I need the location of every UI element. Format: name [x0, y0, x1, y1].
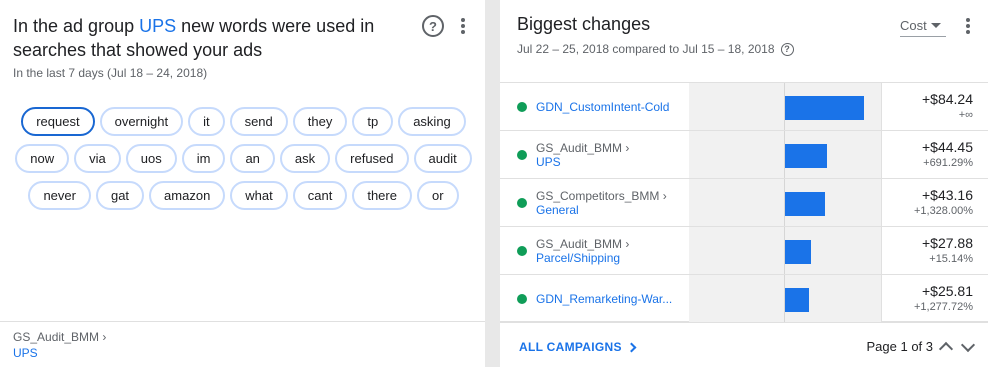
word-chip[interactable]: via: [74, 144, 121, 173]
help-icon[interactable]: ?: [422, 15, 444, 37]
word-chips: request overnight it send they tp asking now via…: [15, 107, 472, 218]
word-chip[interactable]: im: [181, 144, 226, 173]
status-dot-icon: [517, 198, 527, 208]
word-chip[interactable]: gat: [95, 181, 145, 210]
change-bar: [785, 192, 825, 216]
dashboard: In the ad group UPS new words were used …: [0, 0, 988, 367]
dropdown-arrow-icon: [930, 23, 941, 28]
campaign-link[interactable]: GDN_Remarketing-War...: [536, 292, 686, 306]
dropdown-underline: [900, 36, 946, 37]
change-bar: [785, 96, 864, 120]
breadcrumb-ad-group-link[interactable]: UPS: [13, 346, 38, 360]
campaign-link[interactable]: General: [536, 203, 686, 217]
campaign-row[interactable]: GS_Competitors_BMM › General +$43.16 +1,328…: [500, 178, 988, 226]
change-value: +$27.88: [922, 235, 973, 251]
date-range: Jul 22 – 25, 2018 compared to Jul 15 – 1…: [517, 42, 775, 56]
word-chip[interactable]: what: [230, 181, 288, 210]
status-dot-icon: [517, 294, 527, 304]
campaign-link[interactable]: Parcel/Shipping: [536, 251, 686, 265]
campaign-row[interactable]: GS_Audit_BMM › UPS +$44.45 +691.29%: [500, 130, 988, 178]
word-chip[interactable]: amazon: [149, 181, 226, 210]
column-divider: [881, 131, 882, 178]
campaign-parent: GS_Competitors_BMM ›: [536, 189, 667, 203]
column-divider: [881, 83, 882, 130]
metric-label: Cost: [900, 18, 927, 33]
column-divider: [881, 179, 882, 226]
word-chip[interactable]: request: [21, 107, 95, 136]
campaign-parent: GS_Audit_BMM ›: [536, 141, 630, 155]
campaign-link[interactable]: UPS: [536, 155, 686, 169]
column-divider: [881, 227, 882, 274]
chip-row: now via uos im an ask refused audit: [15, 144, 472, 173]
change-percent: +1,328.00%: [913, 205, 973, 217]
campaign-parent: GS_Audit_BMM ›: [536, 237, 630, 251]
word-chip[interactable]: refused: [335, 144, 409, 173]
change-bar: [785, 240, 811, 264]
pagination-label: Page 1 of 3: [866, 339, 934, 354]
campaign-name-cell: GS_Audit_BMM › UPS: [536, 131, 686, 179]
word-chip[interactable]: asking: [398, 107, 466, 136]
change-percent: +15.14%: [929, 253, 973, 265]
campaign-name-cell: GDN_CustomIntent-Cold: [536, 83, 686, 131]
word-chip[interactable]: send: [229, 107, 288, 136]
chevron-right-icon: [626, 342, 637, 352]
help-icon[interactable]: ?: [780, 42, 794, 56]
word-chip[interactable]: cant: [292, 181, 348, 210]
word-chip[interactable]: an: [230, 144, 275, 173]
status-dot-icon: [517, 246, 527, 256]
breadcrumb-parent: GS_Audit_BMM ›: [13, 330, 107, 344]
campaign-name-cell: GDN_Remarketing-War...: [536, 275, 686, 323]
change-bar: [785, 144, 827, 168]
change-bar: [785, 288, 809, 312]
ad-group-link[interactable]: UPS: [139, 16, 176, 36]
change-percent: +691.29%: [923, 157, 973, 169]
card-subtitle: Jul 22 – 25, 2018 compared to Jul 15 – 1…: [517, 42, 794, 56]
changes-table: GDN_CustomIntent-Cold +$84.24 +∞ GS_Audit_B…: [500, 82, 988, 322]
status-dot-icon: [517, 150, 527, 160]
more-options-icon[interactable]: [963, 16, 973, 36]
word-chip[interactable]: now: [15, 144, 70, 173]
campaign-row[interactable]: GS_Audit_BMM › Parcel/Shipping +$27.88 +15.…: [500, 226, 988, 274]
campaign-row[interactable]: GDN_CustomIntent-Cold +$84.24 +∞: [500, 82, 988, 130]
column-divider: [881, 275, 882, 322]
title-prefix: In the ad group: [13, 16, 140, 36]
word-chip[interactable]: there: [352, 181, 412, 210]
word-chip[interactable]: or: [416, 181, 459, 210]
campaign-link[interactable]: GDN_CustomIntent-Cold: [536, 100, 686, 114]
next-page-icon[interactable]: [960, 337, 976, 353]
metric-dropdown[interactable]: Cost: [900, 18, 941, 33]
divider: [0, 321, 485, 322]
status-dot-icon: [517, 102, 527, 112]
all-campaigns-link[interactable]: ALL CAMPAIGNS: [519, 340, 637, 354]
card-title: In the ad group UPS new words were used …: [13, 14, 393, 62]
chip-row: never gat amazon what cant there or: [16, 181, 471, 210]
change-value: +$44.45: [922, 139, 973, 155]
word-chip[interactable]: they: [292, 107, 348, 136]
word-chip[interactable]: audit: [413, 144, 472, 173]
divider: [500, 322, 988, 323]
all-campaigns-label: ALL CAMPAIGNS: [519, 340, 622, 354]
card-title: Biggest changes: [517, 14, 651, 34]
word-chip[interactable]: tp: [352, 107, 394, 136]
campaign-row[interactable]: GDN_Remarketing-War... +$25.81 +1,277.72%: [500, 274, 988, 322]
word-chip[interactable]: ask: [279, 144, 331, 173]
change-percent: +∞: [958, 109, 973, 121]
campaign-name-cell: GS_Competitors_BMM › General: [536, 179, 686, 227]
more-options-icon[interactable]: [458, 16, 468, 36]
change-percent: +1,277.72%: [913, 301, 973, 313]
chip-row: request overnight it send they tp asking: [16, 107, 471, 136]
word-chip[interactable]: it: [188, 107, 225, 136]
previous-page-icon[interactable]: [938, 341, 954, 357]
word-chip[interactable]: overnight: [99, 107, 184, 136]
change-value: +$84.24: [922, 91, 973, 107]
change-value: +$25.81: [922, 283, 973, 299]
word-chip[interactable]: uos: [125, 144, 177, 173]
campaign-name-cell: GS_Audit_BMM › Parcel/Shipping: [536, 227, 686, 275]
change-value: +$43.16: [922, 187, 973, 203]
biggest-changes-card: Biggest changes Jul 22 – 25, 2018 compar…: [500, 0, 988, 367]
new-words-card: In the ad group UPS new words were used …: [0, 0, 485, 367]
word-chip[interactable]: never: [28, 181, 91, 210]
card-subtitle: In the last 7 days (Jul 18 – 24, 2018): [13, 66, 208, 80]
